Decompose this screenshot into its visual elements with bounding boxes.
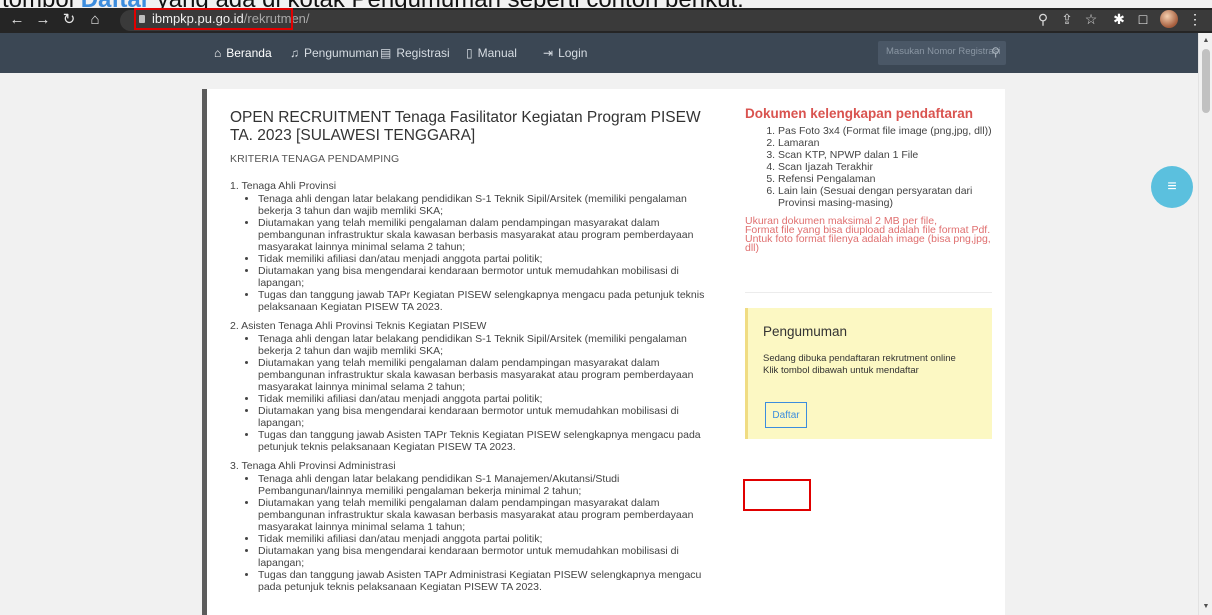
documents-note: Ukuran dokumen maksimal 2 MB per file, F…	[745, 215, 991, 254]
list-item: Lain lain (Sesuai dengan persyaratan dar…	[778, 185, 992, 209]
list-item: Diutamakan yang bisa mengendarai kendara…	[258, 545, 720, 569]
sidebar-documents: Dokumen kelengkapan pendaftaran Pas Foto…	[745, 106, 992, 439]
hamburger-icon: ≡	[1167, 178, 1177, 195]
list-item: Tugas dan tanggung jawab TAPr Kegiatan P…	[258, 289, 720, 313]
post-title: OPEN RECRUITMENT Tenaga Fasilitator Kegi…	[230, 109, 701, 144]
criteria-list: Tenaga ahli dengan latar belakang pendid…	[230, 473, 720, 593]
nav-label: Manual	[477, 46, 517, 60]
scrollbar[interactable]: ▲ ▼	[1198, 33, 1212, 615]
list-item: Scan KTP, NPWP dalan 1 File	[778, 149, 992, 161]
announcement-line-2: Klik tombol dibawah untuk mendaftar	[763, 365, 919, 376]
nav-beranda[interactable]: ⌂ Beranda	[214, 45, 272, 61]
list-item: Diutamakan yang telah memiliki pengalama…	[258, 217, 720, 253]
content-card: OPEN RECRUITMENT Tenaga Fasilitator Kegi…	[202, 89, 1005, 615]
criteria-section-1: 1. Tenaga Ahli Provinsi Tenaga ahli deng…	[230, 180, 720, 313]
login-icon: ⇥	[543, 46, 554, 60]
criteria-list: Tenaga ahli dengan latar belakang pendid…	[230, 193, 720, 313]
search-input[interactable]: Masukan Nomor Registrasi ⚲	[878, 41, 1006, 65]
content-left-border	[202, 89, 207, 615]
daftar-highlight-box	[743, 479, 811, 511]
announcement-box: Pengumuman Sedang dibuka pendaftaran rek…	[745, 308, 992, 439]
floating-menu-button[interactable]: ≡	[1151, 166, 1193, 208]
list-item: Tenaga ahli dengan latar belakang pendid…	[258, 473, 720, 497]
criteria-section-3: 3. Tenaga Ahli Provinsi Administrasi Ten…	[230, 460, 720, 593]
list-item: Diutamakan yang telah memiliki pengalama…	[258, 357, 720, 393]
list-item: Tenaga ahli dengan latar belakang pendid…	[258, 193, 720, 217]
nav-label: Beranda	[226, 46, 272, 60]
bell-icon: ♫	[290, 46, 299, 60]
nav-login[interactable]: ⇥ Login	[543, 45, 587, 61]
criteria-list: Tenaga ahli dengan latar belakang pendid…	[230, 333, 720, 453]
list-item: Diutamakan yang bisa mengendarai kendara…	[258, 265, 720, 289]
criteria-section-2: 2. Asisten Tenaga Ahli Provinsi Teknis K…	[230, 320, 720, 453]
share-icon[interactable]: ⇪	[1058, 10, 1076, 28]
nav-label: Pengumuman	[304, 46, 379, 60]
scroll-down-icon[interactable]: ▼	[1202, 603, 1210, 611]
divider	[745, 292, 992, 293]
nav-pengumuman[interactable]: ♫ Pengumuman	[290, 45, 379, 61]
daftar-button[interactable]: Daftar	[765, 402, 807, 428]
extensions-icon[interactable]: ✱	[1110, 10, 1128, 28]
nav-label: Login	[558, 46, 588, 60]
post-body: OPEN RECRUITMENT Tenaga Fasilitator Kegi…	[230, 109, 720, 600]
list-item: Refensi Pengalaman	[778, 173, 992, 185]
nav-manual[interactable]: ▯ Manual	[466, 45, 517, 61]
list-item: Tidak memiliki afiliasi dan/atau menjadi…	[258, 533, 720, 545]
menu-icon[interactable]: ⋮	[1186, 10, 1204, 28]
home-icon: ⌂	[214, 46, 222, 60]
list-item: Diutamakan yang bisa mengendarai kendara…	[258, 405, 720, 429]
list-item: Diutamakan yang telah memiliki pengalama…	[258, 497, 720, 533]
list-item: Tenaga ahli dengan latar belakang pendid…	[258, 333, 720, 357]
star-icon[interactable]: ☆	[1082, 10, 1100, 28]
list-item: Tugas dan tanggung jawab Asisten TAPr Te…	[258, 429, 720, 453]
home-icon[interactable]: ⌂	[86, 11, 104, 29]
list-item: Pas Foto 3x4 (Format file image (png,jpg…	[778, 125, 992, 137]
url-highlight-box	[134, 8, 293, 30]
sidepanel-icon[interactable]: □	[1134, 10, 1152, 28]
list-item: Tidak memiliki afiliasi dan/atau menjadi…	[258, 253, 720, 265]
zoom-icon[interactable]: ⚲	[1034, 10, 1052, 28]
back-icon[interactable]: ←	[8, 11, 26, 29]
list-item: Lamaran	[778, 137, 992, 149]
profile-avatar[interactable]	[1160, 10, 1178, 28]
forward-icon[interactable]: →	[34, 11, 52, 29]
nav-registrasi[interactable]: ▤ Registrasi	[380, 45, 450, 61]
registration-icon: ▤	[380, 46, 392, 60]
site-navbar: ⌂ Beranda ♫ Pengumuman ▤ Registrasi ▯ Manual…	[0, 33, 1198, 73]
scroll-thumb[interactable]	[1202, 49, 1210, 113]
documents-title: Dokumen kelengkapan pendaftaran	[745, 106, 974, 121]
document-icon: ▯	[466, 46, 473, 60]
document-caption: tombol Daftar yang ada di kotak Pengumum…	[2, 0, 744, 12]
list-item: Tidak memiliki afiliasi dan/atau menjadi…	[258, 393, 720, 405]
reload-icon[interactable]: ↻	[60, 11, 78, 29]
section-title: 3. Tenaga Ahli Provinsi Administrasi	[230, 460, 396, 472]
search-icon[interactable]: ⚲	[991, 45, 1000, 59]
announcement-title: Pengumuman	[763, 324, 848, 339]
post-subtitle: KRITERIA TENAGA PENDAMPING	[230, 153, 400, 165]
nav-label: Registrasi	[396, 46, 450, 60]
announcement-text: Sedang dibuka pendaftaran rekrutment onl…	[763, 353, 956, 377]
announcement-line-1: Sedang dibuka pendaftaran rekrutment onl…	[763, 353, 956, 364]
list-item: Tugas dan tanggung jawab Asisten TAPr Ad…	[258, 569, 720, 593]
section-title: 2. Asisten Tenaga Ahli Provinsi Teknis K…	[230, 320, 487, 332]
documents-list: Pas Foto 3x4 (Format file image (png,jpg…	[745, 125, 992, 209]
search-placeholder: Masukan Nomor Registrasi	[886, 46, 1001, 57]
scroll-up-icon[interactable]: ▲	[1202, 37, 1210, 45]
list-item: Scan Ijazah Terakhir	[778, 161, 992, 173]
section-title: 1. Tenaga Ahli Provinsi	[230, 180, 337, 192]
